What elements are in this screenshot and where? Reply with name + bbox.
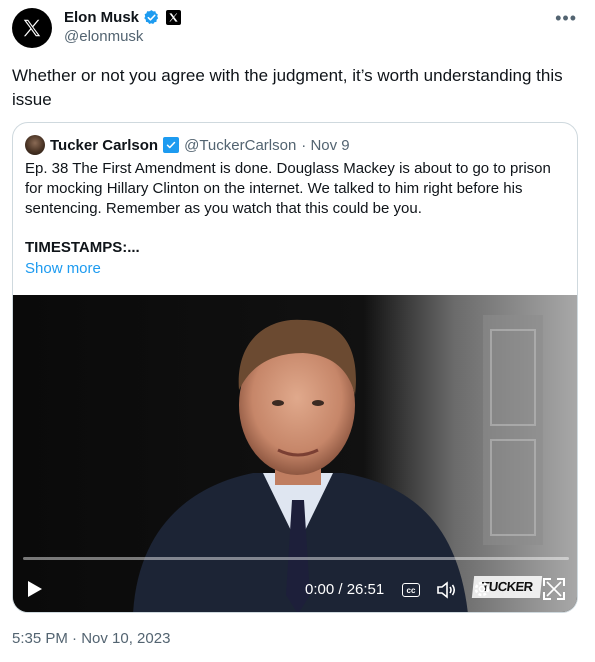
tweet-header: Elon Musk @elonmusk ••• <box>12 4 583 48</box>
verified-badge-icon <box>144 10 159 25</box>
quoted-header: Tucker Carlson @TuckerCarlson · Nov 9 <box>25 135 350 155</box>
cc-icon[interactable]: cc <box>402 583 420 597</box>
author-name-row: Elon Musk <box>64 9 182 26</box>
verified-badge-icon <box>163 137 180 153</box>
more-icon[interactable]: ••• <box>555 8 577 29</box>
show-more-link[interactable]: Show more <box>25 260 101 277</box>
quoted-date[interactable]: · Nov 9 <box>301 137 349 154</box>
video-player[interactable]: 0:00 / 26:51 cc TUCKER <box>13 295 577 612</box>
settings-icon[interactable] <box>473 580 491 598</box>
x-affiliation-icon[interactable] <box>166 10 182 25</box>
author-avatar[interactable] <box>12 8 52 48</box>
quoted-body: Ep. 38 The First Amendment is done. Doug… <box>25 159 570 219</box>
tweet-text: Whether or not you agree with the judgme… <box>12 66 563 109</box>
volume-icon[interactable] <box>437 581 457 599</box>
fullscreen-icon[interactable] <box>541 576 567 602</box>
quoted-tweet[interactable]: Tucker Carlson @TuckerCarlson · Nov 9 Ep… <box>12 122 578 613</box>
video-time: 0:00 / 26:51 <box>305 581 385 598</box>
quoted-avatar[interactable] <box>25 135 45 155</box>
author-name[interactable]: Elon Musk <box>64 9 139 26</box>
x-logo-icon <box>23 19 41 37</box>
author-handle[interactable]: @elonmusk <box>64 28 143 45</box>
quoted-body-text: Ep. 38 The First Amendment is done. Doug… <box>25 160 551 217</box>
play-icon[interactable] <box>27 580 43 598</box>
tweet-timestamp[interactable]: 5:35 PM · Nov 10, 2023 <box>12 630 170 647</box>
quoted-author-handle[interactable]: @TuckerCarlson <box>184 137 296 154</box>
video-progress-bar[interactable] <box>23 557 569 560</box>
quoted-author-name[interactable]: Tucker Carlson <box>50 137 158 154</box>
quoted-timestamps-label: TIMESTAMPS:... <box>25 239 140 256</box>
video-frame <box>13 295 577 612</box>
